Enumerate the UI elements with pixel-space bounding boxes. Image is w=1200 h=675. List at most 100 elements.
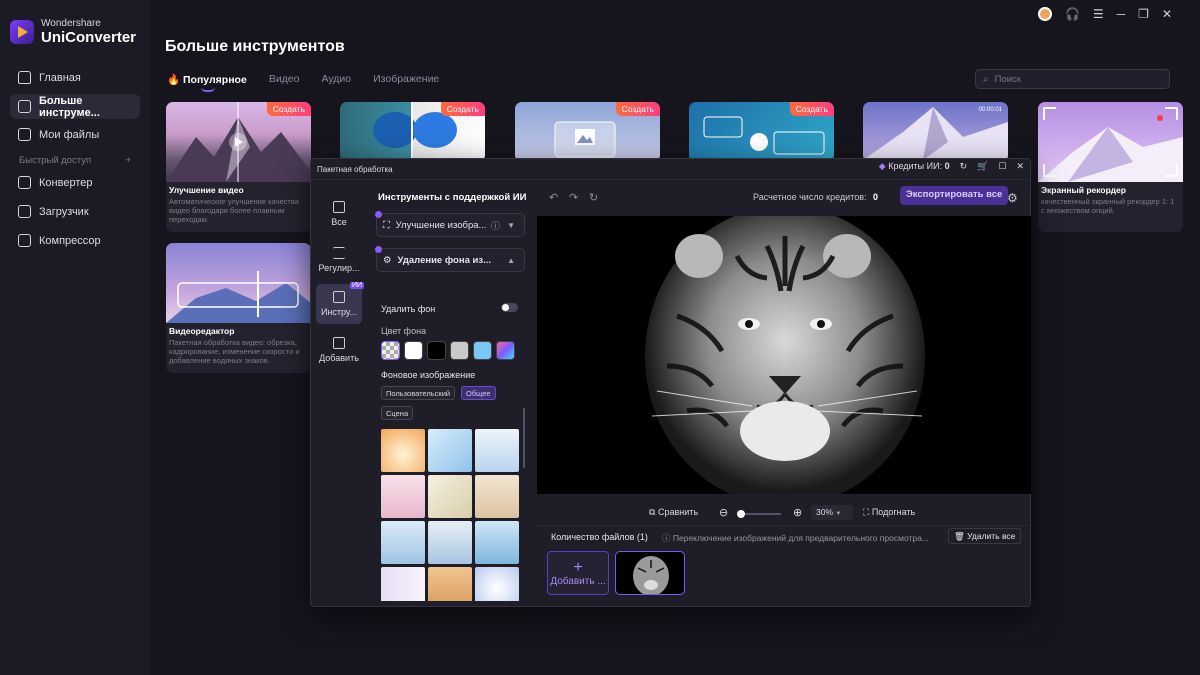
settings-icon[interactable]: ⚙ xyxy=(1007,191,1018,205)
bg-thumb[interactable] xyxy=(475,475,519,518)
tab-label: Популярное xyxy=(183,74,247,86)
bg-thumb[interactable] xyxy=(475,429,519,472)
sidebar-item-label: Больше инструме... xyxy=(39,94,100,119)
sidebar-item-my-files[interactable]: Мои файлы xyxy=(10,122,140,147)
close-icon[interactable]: ✕ xyxy=(1162,7,1172,21)
sidebar-item-more-tools[interactable]: Больше инструме... xyxy=(10,94,140,119)
panel-scrollbar[interactable] xyxy=(523,408,525,468)
rail-item-add[interactable]: Добавить xyxy=(316,330,362,370)
estimate-value: 0 xyxy=(873,192,879,202)
bg-thumb[interactable] xyxy=(381,521,425,564)
transparent-swatch[interactable] xyxy=(381,341,400,360)
rail-item-adjust[interactable]: Регулир... xyxy=(316,240,362,280)
file-count: Количество файлов (1) xyxy=(551,532,648,542)
sidebar-item-label: Главная xyxy=(39,71,81,84)
tool-card-video-enhance[interactable]: Создать Улучшение видео Автоматическое у… xyxy=(166,102,311,232)
brand-small: Wondershare xyxy=(41,18,101,29)
bg-thumb[interactable] xyxy=(475,567,519,601)
maximize-icon[interactable]: ☐ xyxy=(998,161,1006,172)
headset-icon[interactable]: 🎧 xyxy=(1065,7,1080,21)
credits-value: 0 xyxy=(944,161,950,171)
sidebar-item-converter[interactable]: Конвертер xyxy=(10,170,140,195)
tool-card-image-tools[interactable]: Создать xyxy=(515,102,660,162)
quick-access-add-button[interactable]: + xyxy=(125,155,131,166)
sidebar-item-label: Мои файлы xyxy=(39,128,100,141)
tab-video[interactable]: Видео xyxy=(269,73,300,86)
tool-card-bg-remover[interactable]: Создать xyxy=(340,102,485,162)
tool-card-voice-tools[interactable]: Создать xyxy=(689,102,834,162)
cart-icon[interactable]: 🛒 xyxy=(977,161,988,172)
image-enhance-dropdown[interactable]: ⛶ Улучшение изобра... ⓘ ▼ xyxy=(375,211,525,237)
chevron-down-icon: ▼ xyxy=(835,511,842,517)
download-icon xyxy=(18,205,31,218)
quick-access-header: Быстрый доступ + xyxy=(19,155,131,166)
chip-scene[interactable]: Сцена xyxy=(381,406,414,420)
ai-dot-icon xyxy=(375,211,382,218)
search-input[interactable]: ⌕ Поиск xyxy=(975,69,1170,89)
bg-thumb[interactable] xyxy=(428,521,472,564)
tab-image[interactable]: Изображение xyxy=(373,73,439,86)
bg-thumb[interactable] xyxy=(428,567,472,601)
chip-general[interactable]: Общее xyxy=(461,386,496,400)
zoom-handle[interactable] xyxy=(737,510,745,518)
menu-icon[interactable]: ☰ xyxy=(1093,7,1104,21)
sidebar-item-compressor[interactable]: Компрессор xyxy=(10,228,140,253)
ai-credits: ◆ Кредиты ИИ: 0 xyxy=(879,161,950,172)
gray-swatch[interactable] xyxy=(450,341,469,360)
export-all-button[interactable]: Экспортировать все xyxy=(900,186,1009,205)
zoom-select[interactable]: 30% ▼ xyxy=(811,505,853,520)
avatar[interactable] xyxy=(1037,7,1052,21)
zoom-out-icon[interactable]: ⊖ xyxy=(719,506,728,519)
sidebar-item-downloader[interactable]: Загрузчик xyxy=(10,199,140,224)
rail-item-ai-tools[interactable]: Инстру... ИИ xyxy=(316,282,364,324)
create-badge: Создать xyxy=(615,102,660,116)
title-bar-controls: 🎧 ☰ ─ ❐ ✕ xyxy=(1037,7,1172,21)
file-thumbnail-tiger[interactable] xyxy=(615,551,685,595)
tab-popular[interactable]: 🔥 Популярное xyxy=(167,73,247,92)
dropdown-label: Улучшение изобра... xyxy=(395,219,487,231)
quick-access-label: Быстрый доступ xyxy=(19,155,92,166)
close-icon[interactable]: ✕ xyxy=(1016,161,1024,172)
card-thumbnail xyxy=(166,243,311,323)
reset-icon[interactable]: ↻ xyxy=(589,191,598,204)
fire-icon: 🔥 xyxy=(167,74,181,86)
tiger-thumbnail xyxy=(633,556,669,594)
bg-thumb[interactable] xyxy=(381,567,425,601)
bg-thumb[interactable] xyxy=(475,521,519,564)
zoom-in-icon[interactable]: ⊕ xyxy=(793,506,802,519)
refresh-icon[interactable]: ↻ xyxy=(960,161,968,172)
bg-thumb[interactable] xyxy=(381,475,425,518)
fit-button[interactable]: ⛶ Подогнать xyxy=(863,507,915,518)
info-icon[interactable]: ⓘ xyxy=(491,219,500,232)
restore-icon[interactable]: ❐ xyxy=(1138,7,1149,21)
redo-icon[interactable]: ↷ xyxy=(569,191,578,204)
tab-audio[interactable]: Аудио xyxy=(322,73,352,86)
black-swatch[interactable] xyxy=(427,341,446,360)
bg-thumb[interactable] xyxy=(428,475,472,518)
sidebar-item-home[interactable]: Главная xyxy=(10,65,140,90)
zoom-value: 30% xyxy=(816,507,834,517)
chip-custom[interactable]: Пользовательский xyxy=(381,386,456,400)
rail-item-all[interactable]: Все xyxy=(316,194,362,234)
blue-swatch[interactable] xyxy=(473,341,492,360)
rail-label: Добавить xyxy=(319,353,359,363)
delete-all-button[interactable]: 🗑 Удалить все xyxy=(948,528,1022,544)
tool-card-screen-recorder-preview[interactable]: 00:00:01 xyxy=(863,102,1008,162)
bg-thumb[interactable] xyxy=(381,429,425,472)
white-swatch[interactable] xyxy=(404,341,423,360)
remove-bg-toggle[interactable] xyxy=(501,303,518,312)
minimize-icon[interactable]: ─ xyxy=(1117,7,1126,21)
file-icon xyxy=(18,128,31,141)
undo-icon[interactable]: ↶ xyxy=(549,191,558,204)
estimate-label: Расчетное число кредитов: xyxy=(753,192,867,202)
add-file-button[interactable]: + Добавить ... xyxy=(547,551,609,595)
bg-removal-dropdown[interactable]: ⚙ Удаление фона из... ▲ xyxy=(375,246,525,272)
hint-text: ⓘ Переключение изображений для предварит… xyxy=(662,532,942,544)
tool-card-screen-recorder[interactable]: Экранный рекордер качественный экранный … xyxy=(1038,102,1183,232)
tool-card-video-editor[interactable]: Видеоредактор Пакетная обработка видео: … xyxy=(166,243,311,373)
custom-color-swatch[interactable] xyxy=(496,341,515,360)
bg-thumb[interactable] xyxy=(428,429,472,472)
compare-button[interactable]: ⧉ Сравнить xyxy=(649,507,698,518)
card-thumbnail: Создать xyxy=(689,102,834,160)
zoom-slider[interactable] xyxy=(737,510,781,518)
